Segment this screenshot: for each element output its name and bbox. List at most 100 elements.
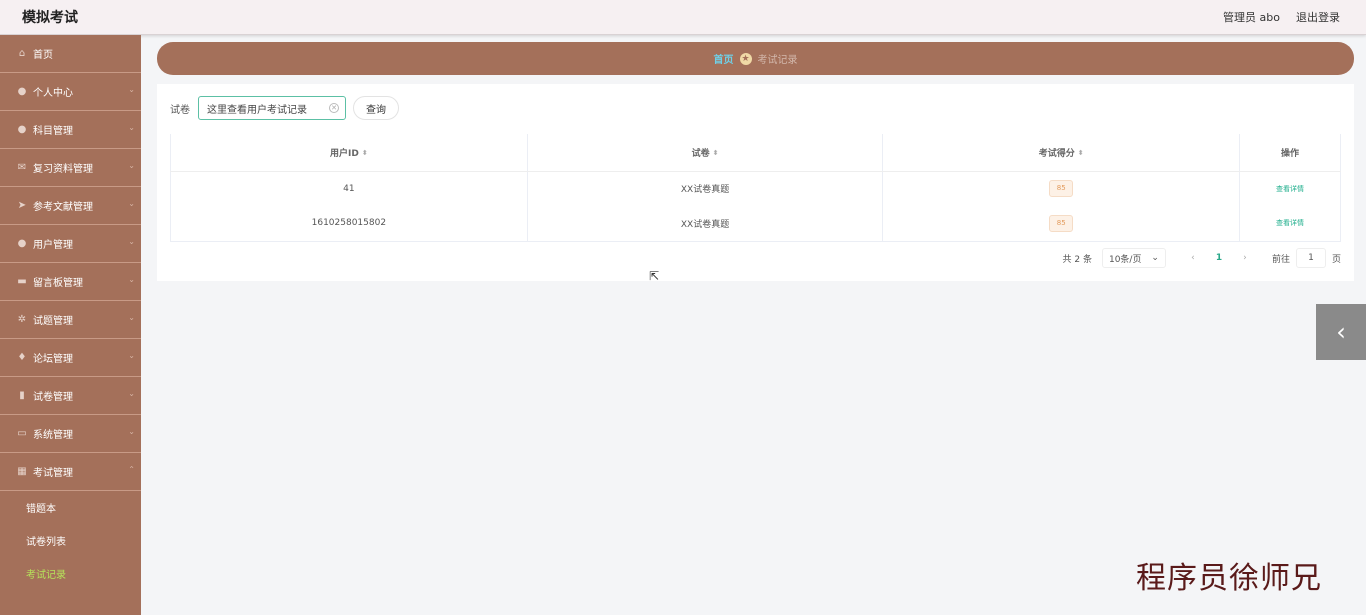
sidebar-item-label: 系统管理 [33,430,73,441]
breadcrumb-home-link[interactable]: 首页 [714,51,734,66]
table-header-row: 用户ID ⬍ 试卷 ⬍ 考试得分 ⬍ 操作 [170,134,1341,172]
sidebar-item-review-material[interactable]: ✉ 复习资料管理 ⌄ [0,149,141,187]
chevron-down-icon: ⌄ [128,199,135,208]
sidebar-item-system[interactable]: ▭ 系统管理 ⌄ [0,415,141,453]
sort-icon[interactable]: ⬍ [362,149,368,157]
page-size-select[interactable]: 10条/页 ⌄ [1101,248,1166,268]
query-button[interactable]: 查询 [353,96,399,120]
score-tag: 85 [1049,214,1074,232]
cell-paper: XX试卷真题 [527,171,884,206]
sidebar-item-label: 参考文献管理 [33,202,93,213]
watermark: 程序员徐师兄 [1136,561,1322,596]
next-page-button[interactable]: › [1232,253,1258,263]
search-input-value: 这里查看用户考试记录 [207,104,307,116]
goto-unit: 页 [1331,254,1341,265]
page-size-value: 10条/页 [1108,254,1142,265]
view-details-link[interactable]: 查看详情 [1276,185,1304,193]
goto-page: 前往 1 页 [1272,248,1341,268]
sidebar-item-label: 个人中心 [33,88,73,99]
user-icon: ● [17,124,27,135]
sidebar-item-personal-center[interactable]: ● 个人中心 ⌄ [0,73,141,111]
briefcase-icon: ▭ [17,428,27,439]
view-details-link[interactable]: 查看详情 [1276,219,1304,227]
sort-icon[interactable]: ⬍ [713,149,719,157]
cell-action: 查看详情 [1240,206,1341,241]
star-icon: ★ [739,52,752,65]
sidebar-item-label: 试卷管理 [33,392,73,403]
search-label: 试卷 [170,104,190,116]
top-header: 模拟考试 管理员 abo 退出登录 [0,0,1366,35]
exam-records-table: 用户ID ⬍ 试卷 ⬍ 考试得分 ⬍ 操作 41 XX试卷真题 85 查看详情 161… [170,134,1341,242]
prev-page-button[interactable]: ‹ [1180,253,1206,263]
breadcrumb-current: 考试记录 [757,55,798,66]
sidebar-item-message-board[interactable]: ▬ 留言板管理 ⌄ [0,263,141,301]
breadcrumb: 首页 ★ 考试记录 [157,42,1354,75]
sidebar-item-label: 论坛管理 [33,354,73,365]
page-number-button[interactable]: 1 [1206,253,1232,263]
cell-user-id: 1610258015802 [170,206,528,241]
sidebar-item-label: 首页 [33,50,53,61]
document-icon: ▮ [19,390,25,401]
cell-user-id: 41 [170,171,528,206]
column-header-label: 用户ID [330,148,359,159]
chevron-down-icon: ⌄ [1151,253,1159,263]
column-header-user-id[interactable]: 用户ID ⬍ [170,134,528,172]
cell-action: 查看详情 [1240,171,1341,206]
header-user-area: 管理员 abo 退出登录 [1223,9,1340,25]
sidebar-item-exams[interactable]: ▦ 考试管理 ⌃ [0,453,141,491]
column-header-score[interactable]: 考试得分 ⬍ [882,134,1241,172]
chevron-up-icon: ⌃ [128,465,135,474]
chevron-down-icon: ⌄ [128,389,135,398]
admin-user-label[interactable]: 管理员 abo [1223,9,1280,25]
chevron-down-icon: ⌄ [128,237,135,246]
mail-icon: ✉ [17,162,27,173]
chevron-down-icon: ⌄ [128,161,135,170]
sidebar-item-label: 考试管理 [33,468,73,479]
cell-score: 85 [882,171,1241,206]
sidebar-item-home[interactable]: ⌂ 首页 [0,35,141,73]
send-icon: ➤ [17,200,27,211]
chevron-down-icon: ⌄ [128,427,135,436]
chevron-down-icon: ⌄ [128,85,135,94]
column-header-label: 试卷 [691,148,710,159]
pin-icon: ♦ [17,352,27,363]
content-panel: 试卷 这里查看用户考试记录 ✕ 查询 用户ID ⬍ 试卷 ⬍ 考试得分 ⬍ 操作 41… [157,84,1354,281]
mouse-cursor-icon: ⇱ [649,269,660,283]
column-header-action: 操作 [1239,134,1341,172]
goto-page-input[interactable]: 1 [1295,248,1326,268]
sidebar-item-subject-management[interactable]: ● 科目管理 ⌄ [0,111,141,149]
column-header-label: 考试得分 [1038,148,1075,159]
search-input[interactable]: 这里查看用户考试记录 ✕ [198,96,346,120]
home-icon: ⌂ [18,48,26,59]
table-row: 41 XX试卷真题 85 查看详情 [170,171,1341,206]
chevron-down-icon: ⌄ [128,313,135,322]
chevron-down-icon: ⌄ [128,275,135,284]
grid-icon: ▦ [17,466,27,477]
sort-icon[interactable]: ⬍ [1078,149,1084,157]
sidebar-subitem-paper-list[interactable]: 试卷列表 [0,524,141,557]
sidebar: ⌂ 首页 ● 个人中心 ⌄ ● 科目管理 ⌄ ✉ 复习资料管理 ⌄ ➤ 参考文献… [0,35,141,615]
sidebar-subitem-exam-records[interactable]: 考试记录 [0,557,141,590]
sidebar-item-label: 科目管理 [33,126,73,137]
chevron-down-icon: ⌄ [128,123,135,132]
clear-icon[interactable]: ✕ [329,103,339,113]
user-icon: ● [17,86,27,97]
cell-score: 85 [882,206,1241,241]
sidebar-item-forum[interactable]: ♦ 论坛管理 ⌄ [0,339,141,377]
sidebar-item-label: 试题管理 [33,316,73,327]
goto-label: 前往 [1271,254,1290,265]
column-header-paper[interactable]: 试卷 ⬍ [527,134,884,172]
sidebar-item-users[interactable]: ● 用户管理 ⌄ [0,225,141,263]
cell-paper: XX试卷真题 [527,206,884,241]
sidebar-subitem-wrong-questions[interactable]: 错题本 [0,491,141,524]
collapse-panel-button[interactable]: ‹ [1316,304,1366,360]
chevron-left-icon: ‹ [1336,318,1346,346]
logout-button[interactable]: 退出登录 [1296,9,1340,25]
sidebar-item-references[interactable]: ➤ 参考文献管理 ⌄ [0,187,141,225]
sidebar-item-papers[interactable]: ▮ 试卷管理 ⌄ [0,377,141,415]
score-tag: 85 [1049,180,1074,198]
sidebar-item-questions[interactable]: ✲ 试题管理 ⌄ [0,301,141,339]
sidebar-item-label: 留言板管理 [33,278,83,289]
sidebar-item-label: 复习资料管理 [33,164,93,175]
pagination-total: 共 2 条 [1062,254,1092,265]
